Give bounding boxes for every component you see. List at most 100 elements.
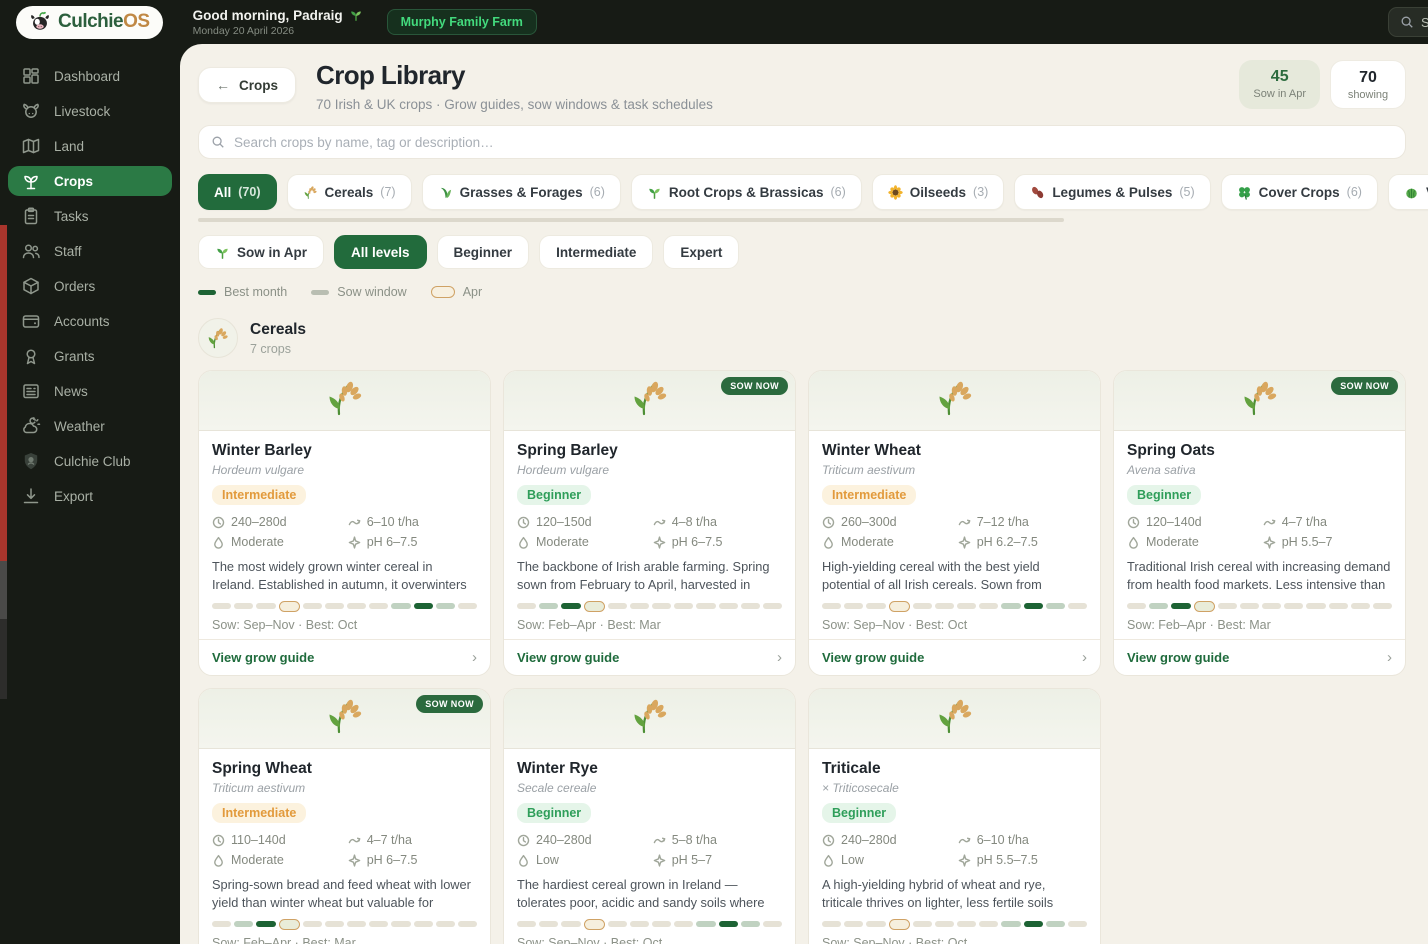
level-filter-row: Sow in Apr All levels Beginner Intermedi… xyxy=(198,235,1406,269)
chevron-right-icon: › xyxy=(777,649,782,666)
ph-icon xyxy=(653,535,666,549)
category-chip-cover-crops[interactable]: Cover Crops (6) xyxy=(1220,174,1378,210)
clock-icon xyxy=(212,516,225,529)
view-grow-guide-button[interactable]: View grow guide › xyxy=(809,639,1100,675)
category-chip-vegetables[interactable]: Vegetables (19) xyxy=(1387,174,1428,210)
category-chip-root-crops-brassicas[interactable]: Root Crops & Brassicas (6) xyxy=(630,174,862,210)
sidebar-item-culchie-club[interactable]: Culchie Club xyxy=(8,446,172,476)
sidebar-item-accounts[interactable]: Accounts xyxy=(8,306,172,336)
crop-search-input[interactable] xyxy=(234,134,1393,150)
level-chip-beginner[interactable]: Beginner xyxy=(436,235,530,269)
category-chip-cereals[interactable]: Cereals (7) xyxy=(286,174,412,210)
wheat-icon xyxy=(325,696,365,741)
sidebar-item-dashboard[interactable]: Dashboard xyxy=(8,61,172,91)
month-segment xyxy=(888,918,910,930)
stat-showing-label: showing xyxy=(1347,89,1389,101)
month-segment xyxy=(435,921,455,927)
month-segment xyxy=(369,921,389,927)
legend-item-current: Apr xyxy=(430,285,482,299)
level-chip-expert[interactable]: Expert xyxy=(663,235,740,269)
month-segment xyxy=(539,921,559,927)
wheat-icon xyxy=(630,378,670,423)
yield-icon xyxy=(348,834,361,847)
month-segment xyxy=(391,603,411,609)
screen-edge-artifact-dark xyxy=(0,619,7,699)
sidebar-item-weather[interactable]: Weather xyxy=(8,411,172,441)
category-chip-legumes-pulses[interactable]: Legumes & Pulses (5) xyxy=(1014,174,1211,210)
screen-edge-artifact-red xyxy=(0,225,7,561)
crop-search-bar[interactable] xyxy=(198,125,1406,159)
crop-card-hero: SOW NOW xyxy=(199,689,490,749)
crop-description: The hardiest cereal grown in Ireland — t… xyxy=(517,877,765,910)
accounts-icon xyxy=(21,311,41,331)
chips-scrollbar[interactable] xyxy=(198,218,1064,222)
wheat-icon xyxy=(325,378,365,423)
stat-water: Moderate xyxy=(841,535,894,549)
app-logo[interactable]: CulchieOS xyxy=(16,5,163,39)
category-chip-oilseeds[interactable]: Oilseeds (3) xyxy=(871,174,1005,210)
weather-icon xyxy=(21,416,41,436)
difficulty-badge: Beginner xyxy=(822,803,897,823)
difficulty-badge: Beginner xyxy=(517,485,592,505)
category-chip-all[interactable]: All (70) xyxy=(198,174,277,210)
month-segment xyxy=(324,603,345,609)
global-search[interactable]: Se xyxy=(1388,7,1428,37)
screen-edge-artifact-grey xyxy=(0,561,7,619)
crop-card-winter-wheat: Winter Wheat Triticum aestivum Intermedi… xyxy=(808,370,1101,676)
sow-window-strip xyxy=(517,600,783,612)
dashboard-icon xyxy=(21,66,41,86)
farm-badge[interactable]: Murphy Family Farm xyxy=(386,9,537,35)
livestock-icon xyxy=(21,101,41,121)
level-chip-intermediate[interactable]: Intermediate xyxy=(539,235,654,269)
month-segment xyxy=(1284,603,1304,609)
crop-card-hero xyxy=(504,689,795,749)
crop-card-winter-barley: Winter Barley Hordeum vulgare Intermedia… xyxy=(198,370,491,676)
sidebar-item-tasks[interactable]: Tasks xyxy=(8,201,172,231)
ph-icon xyxy=(1263,535,1276,549)
sidebar-item-grants[interactable]: Grants xyxy=(8,341,172,371)
sidebar-item-export[interactable]: Export xyxy=(8,481,172,511)
sidebar-item-news[interactable]: News xyxy=(8,376,172,406)
view-grow-guide-button[interactable]: View grow guide › xyxy=(199,639,490,675)
sow-window-strip xyxy=(1127,600,1393,612)
month-segment xyxy=(674,921,694,927)
greeting-text: Good morning, Padraig xyxy=(192,7,343,23)
month-segment xyxy=(302,921,322,927)
crop-description: The backbone of Irish arable farming. Sp… xyxy=(517,559,770,592)
crop-latin-name: Triticum aestivum xyxy=(212,781,306,795)
month-segment xyxy=(561,921,581,927)
month-segment xyxy=(457,603,478,609)
month-segment xyxy=(413,603,433,609)
sidebar-item-livestock[interactable]: Livestock xyxy=(8,96,172,126)
stat-showing: 70 showing xyxy=(1330,60,1406,109)
chevron-right-icon: › xyxy=(1082,649,1087,666)
month-segment xyxy=(866,921,886,927)
sidebar-item-staff[interactable]: Staff xyxy=(8,236,172,266)
view-grow-guide-button[interactable]: View grow guide › xyxy=(1114,639,1405,675)
stat-yield: 7–12 t/ha xyxy=(976,515,1029,529)
crop-card-hero: SOW NOW xyxy=(504,371,795,431)
ph-icon xyxy=(348,535,361,549)
month-segment xyxy=(369,603,389,609)
back-button[interactable]: ← Crops xyxy=(198,67,297,103)
stat-sow-in-apr: 45 Sow in Apr xyxy=(1239,60,1320,109)
month-segment xyxy=(413,921,433,927)
sidebar-item-land[interactable]: Land xyxy=(8,131,172,161)
yield-icon xyxy=(1263,516,1276,529)
sidebar-item-crops[interactable]: Crops xyxy=(8,166,172,196)
sow-now-badge: SOW NOW xyxy=(416,695,483,713)
sidebar-item-orders[interactable]: Orders xyxy=(8,271,172,301)
stat-duration: 110–140d xyxy=(231,833,286,847)
legend-item-best: Best month xyxy=(198,285,287,299)
month-segment xyxy=(324,921,345,927)
stat-yield: 6–10 t/ha xyxy=(366,515,419,529)
view-grow-guide-button[interactable]: View grow guide › xyxy=(504,639,795,675)
droplet-icon xyxy=(517,854,530,867)
droplet-icon xyxy=(1127,536,1140,549)
category-chip-grasses-forages[interactable]: Grasses & Forages (6) xyxy=(421,174,621,210)
sow-summary: Sow: Sep–Nov · Best: Oct xyxy=(212,618,358,632)
stat-ph: pH 6–7.5 xyxy=(366,853,418,867)
level-chip-all-levels[interactable]: All levels xyxy=(334,235,427,269)
level-chip-sow-in-apr[interactable]: Sow in Apr xyxy=(198,235,324,269)
month-segment xyxy=(1023,921,1043,927)
